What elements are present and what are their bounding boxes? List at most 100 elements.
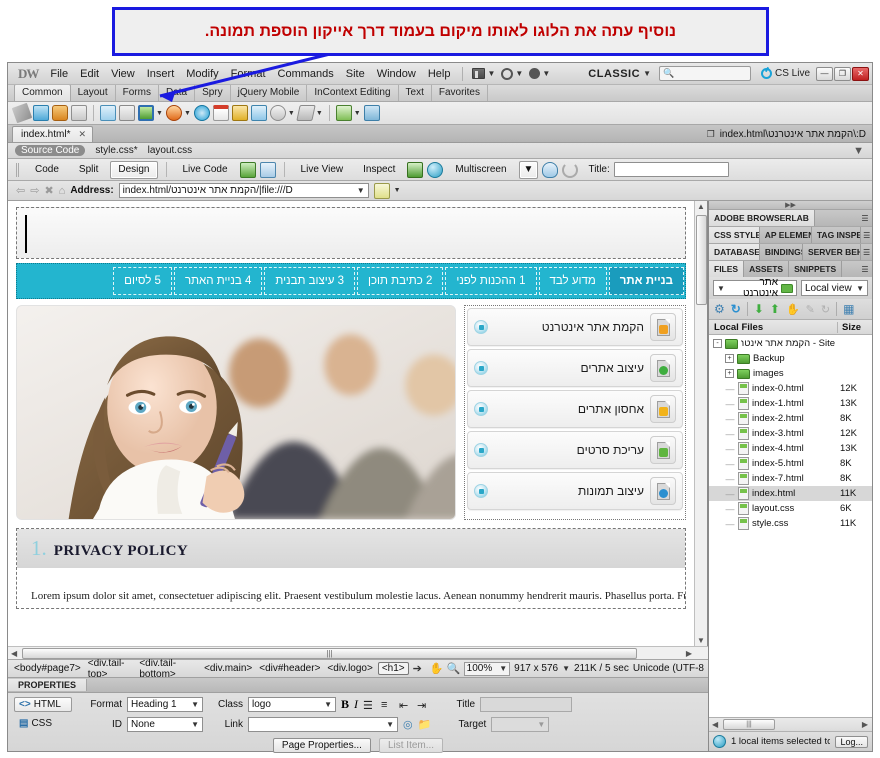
restore-down-icon[interactable]: ❐ bbox=[707, 129, 715, 140]
chevron-down-icon[interactable]: ▼ bbox=[184, 110, 191, 117]
hand-tool-icon[interactable]: ✋ bbox=[430, 662, 444, 675]
page-header-region[interactable] bbox=[16, 207, 686, 259]
back-icon[interactable]: ⇦ bbox=[16, 184, 25, 197]
zoom-tool-icon[interactable]: 🔍 bbox=[447, 662, 461, 675]
properties-css-button[interactable]: ▤ CSS bbox=[14, 716, 72, 731]
column-local-files[interactable]: Local Files bbox=[709, 321, 838, 333]
insert-tab-favorites[interactable]: Favorites bbox=[432, 85, 488, 101]
tab-adobe-browserlab[interactable]: ADOBE BROWSERLAB bbox=[709, 210, 815, 226]
canvas-horizontal-scrollbar[interactable]: ◀ ||| ▶ bbox=[8, 646, 708, 659]
expander-icon[interactable]: + bbox=[725, 369, 734, 378]
tag-body[interactable]: <body#page7> bbox=[12, 663, 83, 674]
filter-related-files-icon[interactable]: ▼ bbox=[853, 145, 864, 157]
multiscreen-dropdown[interactable]: ▼ bbox=[518, 160, 539, 179]
minimize-button[interactable]: — bbox=[816, 66, 833, 81]
file-tree[interactable]: - Site - הקמת אתר אינטרנט ... + Backup bbox=[709, 335, 872, 717]
inspect-button[interactable]: Inspect bbox=[355, 161, 403, 179]
document-tab-index-html[interactable]: index.html* ✕ bbox=[12, 126, 94, 142]
horizontal-scroll-thumb[interactable]: ||| bbox=[22, 648, 637, 659]
file-row-images[interactable]: + images bbox=[709, 366, 872, 381]
tag-chooser-icon[interactable] bbox=[363, 105, 380, 121]
file-row-index-1[interactable]: — index-1.html 13K bbox=[709, 396, 872, 411]
scroll-left-icon[interactable]: ◀ bbox=[712, 720, 718, 729]
service-item-2[interactable]: אחסון אתרים bbox=[467, 390, 683, 428]
panel-options-icon[interactable]: ☰ bbox=[858, 261, 872, 277]
chevron-down-icon[interactable]: ▼ bbox=[354, 110, 361, 117]
panel-options-icon[interactable]: ☰ bbox=[861, 244, 872, 260]
dock-collapse-handle[interactable]: ▶▶ bbox=[709, 201, 872, 210]
id-select[interactable]: None ▼ bbox=[127, 717, 203, 732]
chevron-down-icon[interactable]: ▼ bbox=[357, 186, 365, 195]
layout-switcher-button[interactable]: ▼ bbox=[469, 67, 498, 80]
menu-site[interactable]: Site bbox=[340, 66, 371, 82]
files-scroll-thumb[interactable]: ||| bbox=[723, 719, 775, 730]
inspect-browser-icon[interactable] bbox=[259, 161, 276, 178]
maximize-button[interactable]: ❐ bbox=[834, 66, 851, 81]
view-button-design[interactable]: Design bbox=[110, 160, 158, 179]
address-input[interactable]: file:///D|/הקמת אתר אינטרנט/index.html ▼ bbox=[118, 183, 369, 198]
tab-server-behaviors[interactable]: SERVER BEHA bbox=[802, 244, 862, 260]
named-anchor-icon[interactable] bbox=[52, 105, 68, 121]
tag-h1[interactable]: <h1> bbox=[377, 662, 409, 675]
select-tool-icon[interactable]: ➔ bbox=[413, 662, 426, 675]
file-row-index[interactable]: — index.html 11K bbox=[709, 486, 872, 501]
indent-icon[interactable]: ⇥ bbox=[417, 699, 430, 712]
file-row-index-5[interactable]: — index-5.html 8K bbox=[709, 456, 872, 471]
menu-file[interactable]: File bbox=[44, 66, 74, 82]
file-management-icon[interactable] bbox=[373, 182, 390, 199]
menu-window[interactable]: Window bbox=[371, 66, 422, 82]
class-select[interactable]: logo ▼ bbox=[248, 697, 336, 712]
tab-bindings[interactable]: BINDINGS bbox=[759, 244, 803, 260]
refresh-icon[interactable]: ↻ bbox=[731, 302, 741, 316]
file-row-layout-css[interactable]: — layout.css 6K bbox=[709, 501, 872, 516]
cs-live-button[interactable]: CS Live bbox=[760, 68, 810, 79]
files-horizontal-scrollbar[interactable]: ◀ ||| ▶ bbox=[709, 717, 872, 731]
nav-item-4[interactable]: 3 עיצוב תבנית bbox=[264, 267, 356, 295]
horizontal-rule-icon[interactable] bbox=[71, 105, 87, 121]
file-row-site[interactable]: - Site - הקמת אתר אינטרנט ... bbox=[709, 336, 872, 351]
zoom-level-select[interactable]: 100% ▼ bbox=[463, 661, 511, 676]
close-icon[interactable]: ✕ bbox=[78, 129, 86, 140]
play-debug-icon[interactable] bbox=[239, 161, 256, 178]
scroll-up-icon[interactable]: ▲ bbox=[697, 202, 705, 211]
vertical-scroll-thumb[interactable] bbox=[696, 215, 707, 305]
table-icon[interactable] bbox=[100, 105, 116, 121]
panel-options-icon[interactable]: ☰ bbox=[861, 227, 872, 243]
hyperlink-icon[interactable] bbox=[11, 102, 33, 124]
multiscreen-button[interactable]: Multiscreen bbox=[447, 161, 514, 179]
live-view-button[interactable]: Live View bbox=[293, 161, 352, 179]
stop-icon[interactable]: ✖ bbox=[44, 184, 53, 197]
nav-item-1[interactable]: מדוע לבד bbox=[538, 267, 607, 295]
panel-options-icon[interactable]: ☰ bbox=[858, 210, 872, 226]
canvas-vertical-scrollbar[interactable]: ▲ ▼ bbox=[694, 201, 707, 646]
tag-header[interactable]: <div#header> bbox=[257, 663, 322, 674]
format-select[interactable]: Heading 1 ▼ bbox=[127, 697, 203, 712]
page-title-input[interactable] bbox=[613, 162, 729, 177]
menu-edit[interactable]: Edit bbox=[74, 66, 105, 82]
service-item-3[interactable]: עריכת סרטים bbox=[467, 431, 683, 469]
design-canvas[interactable]: בניית אתר מדוע לבד 1 ההכנות לפני 2 כתיבת… bbox=[8, 201, 708, 646]
connect-remote-icon[interactable]: ⚙ bbox=[714, 302, 725, 316]
expander-icon[interactable]: + bbox=[725, 354, 734, 363]
file-row-style-css[interactable]: — style.css 11K bbox=[709, 516, 872, 531]
put-files-icon[interactable]: ⬆ bbox=[770, 302, 780, 316]
file-row-index-4[interactable]: — index-4.html 13K bbox=[709, 441, 872, 456]
scroll-right-icon[interactable]: ▶ bbox=[686, 649, 692, 658]
tab-files[interactable]: FILES bbox=[709, 261, 745, 277]
view-mode-select[interactable]: Local view ▼ bbox=[801, 280, 868, 296]
tab-assets[interactable]: ASSETS bbox=[744, 261, 790, 277]
insert-tab-layout[interactable]: Layout bbox=[71, 85, 116, 101]
unordered-list-icon[interactable]: ☰ bbox=[363, 699, 376, 712]
scroll-right-icon[interactable]: ▶ bbox=[862, 720, 868, 729]
site-setup-button[interactable]: ▼ bbox=[526, 67, 553, 80]
file-row-backup[interactable]: + Backup bbox=[709, 351, 872, 366]
view-button-split[interactable]: Split bbox=[71, 161, 106, 179]
close-button[interactable]: ✕ bbox=[852, 66, 869, 81]
view-button-code[interactable]: Code bbox=[27, 161, 67, 179]
chevron-down-icon[interactable]: ▼ bbox=[562, 664, 570, 673]
bold-button[interactable]: B bbox=[341, 697, 349, 712]
log-button[interactable]: Log... bbox=[835, 735, 868, 748]
chevron-down-icon[interactable]: ▼ bbox=[156, 110, 163, 117]
insert-tab-common[interactable]: Common bbox=[14, 84, 71, 101]
nav-item-3[interactable]: 2 כתיבת תוכן bbox=[357, 267, 444, 295]
